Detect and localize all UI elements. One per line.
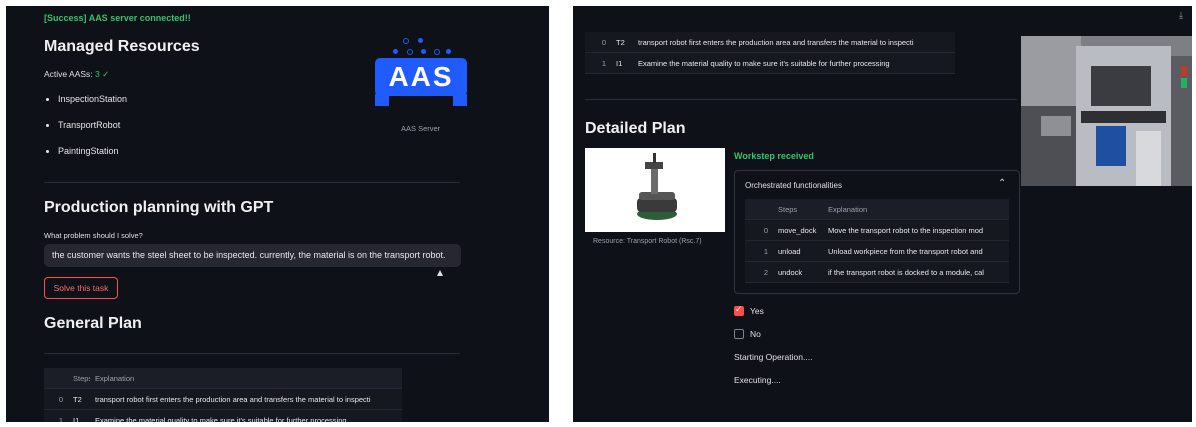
row-explanation: if the transport robot is docked to a mo… bbox=[823, 261, 1009, 283]
table-row: 2 undock if the transport robot is docke… bbox=[745, 261, 1009, 283]
list-item: TransportRobot bbox=[58, 120, 127, 146]
download-icon[interactable]: ⤓ bbox=[1179, 10, 1183, 21]
table-row: 1 I1 Examine the material quality to mak… bbox=[585, 52, 955, 74]
row-explanation: transport robot first enters the product… bbox=[90, 388, 402, 410]
logo-dot bbox=[418, 38, 423, 43]
row-explanation: transport robot first enters the product… bbox=[633, 32, 955, 53]
logo-caption: AAS Server bbox=[401, 124, 441, 133]
expander-title: Orchestrated functionalities bbox=[745, 181, 842, 190]
logo-dot bbox=[421, 49, 426, 54]
row-step: T2 bbox=[611, 32, 633, 53]
table-header: Steps bbox=[68, 368, 90, 389]
row-step: I1 bbox=[68, 409, 90, 422]
check-icon: ✓ bbox=[735, 304, 743, 314]
row-step: unload bbox=[773, 240, 823, 262]
table-row: 0 T2 transport robot first enters the pr… bbox=[585, 32, 955, 53]
divider bbox=[585, 99, 1017, 100]
row-step: T2 bbox=[68, 388, 90, 410]
table-row: 1 I1 Examine the material quality to mak… bbox=[44, 409, 402, 422]
resource-list: InspectionStation TransportRobot Paintin… bbox=[44, 94, 127, 172]
mouse-cursor bbox=[437, 270, 443, 276]
workstep-message: Workstep received bbox=[734, 151, 814, 161]
yes-checkbox[interactable]: ✓ bbox=[734, 304, 744, 316]
divider bbox=[44, 182, 460, 183]
chevron-up-icon[interactable]: ⌃ bbox=[998, 178, 1006, 189]
list-item: InspectionStation bbox=[58, 94, 127, 120]
detailed-plan-title: Detailed Plan bbox=[585, 120, 686, 137]
row-index: 1 bbox=[745, 240, 773, 262]
table-row: 0 T2 transport robot first enters the pr… bbox=[44, 388, 402, 410]
logo-dot bbox=[393, 49, 398, 54]
table-row: 0 move_dock Move the transport robot to … bbox=[745, 219, 1009, 241]
general-plan-table: 0 T2 transport robot first enters the pr… bbox=[585, 32, 955, 74]
row-step: move_dock bbox=[773, 219, 823, 241]
row-explanation: Examine the material quality to make sur… bbox=[90, 409, 402, 422]
planning-title: Production planning with GPT bbox=[44, 199, 274, 216]
robot-illustration bbox=[637, 153, 677, 220]
general-plan-title: General Plan bbox=[44, 315, 142, 332]
table-header: Explanation bbox=[90, 368, 402, 389]
robot-caption: Resource: Transport Robot (Rsc.7) bbox=[593, 238, 702, 245]
table-header bbox=[44, 368, 68, 389]
table-header: Steps bbox=[773, 199, 823, 220]
row-explanation: Unload workpiece from the transport robo… bbox=[823, 240, 1009, 262]
no-label: No bbox=[750, 329, 761, 339]
right-app-panel: 0 T2 transport robot first enters the pr… bbox=[573, 6, 1192, 422]
orchestrated-expander: Orchestrated functionalities ⌃ Steps Exp… bbox=[734, 170, 1020, 294]
solve-task-button[interactable]: Solve this task bbox=[44, 277, 118, 299]
factory-scene bbox=[1021, 36, 1192, 186]
table-header-row: Steps Explanation bbox=[44, 368, 402, 389]
row-explanation: Move the transport robot to the inspecti… bbox=[823, 219, 1009, 241]
active-aas-label: Active AASs: bbox=[44, 69, 93, 79]
logo-dot bbox=[407, 49, 413, 55]
table-header: Explanation bbox=[823, 199, 1009, 220]
status-executing: Executing.... bbox=[734, 375, 781, 385]
row-explanation: Examine the material quality to make sur… bbox=[633, 52, 955, 74]
managed-resources-title: Managed Resources bbox=[44, 38, 200, 55]
row-index: 0 bbox=[585, 32, 611, 53]
yes-label: Yes bbox=[750, 306, 764, 316]
table-row: 1 unload Unload workpiece from the trans… bbox=[745, 240, 1009, 262]
success-message: [Success] AAS server connected!! bbox=[44, 13, 191, 23]
list-item: PaintingStation bbox=[58, 146, 127, 172]
row-index: 1 bbox=[44, 409, 68, 422]
question-label: What problem should I solve? bbox=[44, 231, 143, 240]
table-header bbox=[745, 199, 773, 220]
row-step: I1 bbox=[611, 52, 633, 74]
row-index: 0 bbox=[745, 219, 773, 241]
robot-image bbox=[585, 148, 725, 232]
status-starting: Starting Operation.... bbox=[734, 352, 813, 362]
divider bbox=[44, 353, 460, 354]
left-app-panel: [Success] AAS server connected!! Managed… bbox=[6, 6, 549, 422]
functionalities-table: Steps Explanation 0 move_dock Move the t… bbox=[745, 199, 1009, 283]
table-header-row: Steps Explanation bbox=[745, 199, 1009, 220]
logo-dot bbox=[446, 49, 451, 54]
active-aas-line: Active AASs: 3 ✓ bbox=[44, 69, 109, 80]
no-checkbox[interactable] bbox=[734, 329, 744, 339]
general-plan-table: Steps Explanation 0 T2 transport robot f… bbox=[44, 368, 402, 422]
row-index: 2 bbox=[745, 261, 773, 283]
logo-dot bbox=[403, 38, 409, 44]
logo-dot bbox=[434, 49, 440, 55]
problem-input[interactable]: the customer wants the steel sheet to be… bbox=[44, 244, 461, 267]
aas-logo: AAS bbox=[371, 38, 471, 106]
active-aas-value: 3 ✓ bbox=[95, 69, 110, 79]
camera-feed-image bbox=[1021, 36, 1192, 186]
row-index: 1 bbox=[585, 52, 611, 74]
row-index: 0 bbox=[44, 388, 68, 410]
row-step: undock bbox=[773, 261, 823, 283]
logo-text: AAS bbox=[388, 61, 454, 92]
